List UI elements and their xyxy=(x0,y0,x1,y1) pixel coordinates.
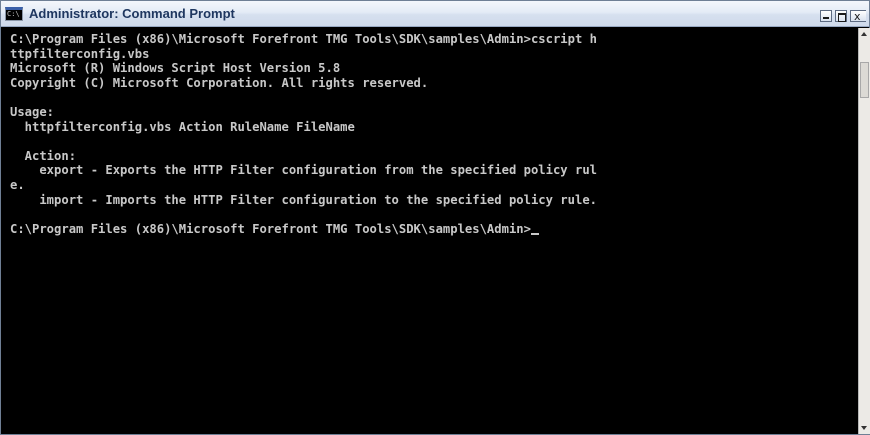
console-line: C:\Program Files (x86)\Microsoft Forefro… xyxy=(10,32,597,46)
close-icon: x xyxy=(854,10,861,23)
console-line: Action: xyxy=(10,148,77,163)
console-line: import - Imports the HTTP Filter configu… xyxy=(10,192,597,207)
close-button[interactable]: x xyxy=(850,10,866,23)
console-line: Copyright (C) Microsoft Corporation. All… xyxy=(10,75,429,90)
console-line: e. xyxy=(10,177,25,192)
console-line: export - Exports the HTTP Filter configu… xyxy=(10,163,597,178)
maximize-button[interactable] xyxy=(835,10,847,22)
console-line: ttpfilterconfig.vbs xyxy=(10,46,150,61)
cmd-icon[interactable]: C:\ xyxy=(5,7,23,21)
prompt-text: C:\Program Files (x86)\Microsoft Forefro… xyxy=(10,221,531,236)
command-prompt-window: C:\ Administrator: Command Prompt x C:\P… xyxy=(0,0,870,435)
minimize-button[interactable] xyxy=(820,10,832,22)
console-line: httpfilterconfig.vbs Action RuleName Fil… xyxy=(10,119,355,134)
scroll-up-icon[interactable] xyxy=(861,32,867,36)
vertical-scrollbar[interactable] xyxy=(858,28,870,434)
title-bar[interactable]: C:\ Administrator: Command Prompt x xyxy=(1,1,869,27)
console-line: Microsoft (R) Windows Script Host Versio… xyxy=(10,61,341,76)
window-title: Administrator: Command Prompt xyxy=(29,6,235,21)
console-line: Usage: xyxy=(10,104,55,119)
scroll-down-icon[interactable] xyxy=(861,426,867,430)
text-cursor xyxy=(530,232,539,235)
scroll-thumb[interactable] xyxy=(860,62,869,98)
prompt-line[interactable]: C:\Program Files (x86)\Microsoft Forefro… xyxy=(10,222,858,237)
console-output[interactable]: C:\Program Files (x86)\Microsoft Forefro… xyxy=(1,28,858,434)
